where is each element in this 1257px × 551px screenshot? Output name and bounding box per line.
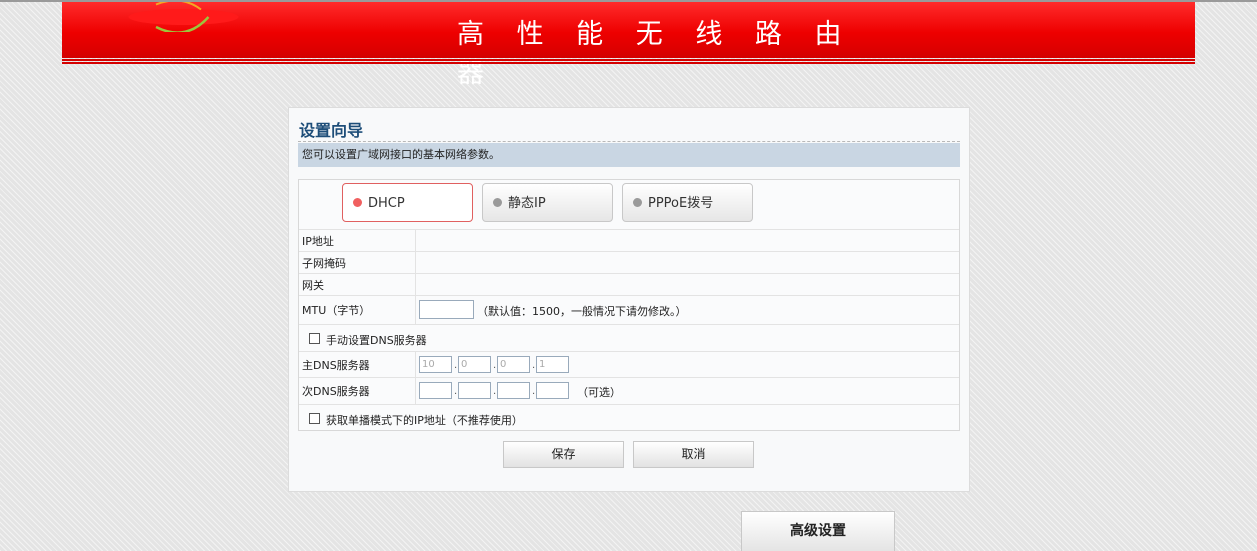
secondary-dns-ip: . . . — [419, 382, 579, 400]
primary-dns-octet-4[interactable] — [536, 356, 569, 373]
mtu-hint: （默认值：1500，一般情况下请勿修改。） — [477, 305, 687, 318]
header-banner: 高 性 能 无 线 路 由 器 — [62, 2, 1195, 89]
secondary-dns-octet-2[interactable] — [458, 382, 491, 399]
tab-dhcp[interactable]: DHCP — [342, 183, 473, 222]
mtu-row: MTU（字节） （默认值：1500，一般情况下请勿修改。） — [299, 295, 959, 324]
gateway-row: 网关 — [299, 273, 959, 295]
unicast-checkbox[interactable] — [309, 413, 320, 424]
wan-settings-form: DHCP 静态IP PPPoE拨号 IP地址 子网掩码 网关 MTU（字节） （… — [298, 179, 960, 431]
secondary-dns-row: 次DNS服务器 . . . （可选） — [299, 377, 959, 404]
tab-label: 静态IP — [508, 196, 546, 211]
optional-hint: （可选） — [577, 386, 621, 399]
brand-logo — [128, 2, 239, 32]
banner-title: 高 性 能 无 线 路 由 器 — [457, 19, 854, 89]
cancel-button[interactable]: 取消 — [633, 441, 754, 468]
secondary-dns-octet-4[interactable] — [536, 382, 569, 399]
banner-divider — [62, 59, 1195, 61]
tab-static-ip[interactable]: 静态IP — [482, 183, 613, 222]
tab-label: DHCP — [368, 196, 405, 211]
radio-dot-icon — [633, 198, 642, 207]
manual-dns-checkbox[interactable] — [309, 333, 320, 344]
ip-address-row: IP地址 — [299, 229, 959, 251]
primary-dns-octet-2[interactable] — [458, 356, 491, 373]
secondary-dns-octet-3[interactable] — [497, 382, 530, 399]
unicast-label: 获取单播模式下的IP地址（不推荐使用） — [326, 414, 523, 427]
secondary-dns-octet-1[interactable] — [419, 382, 452, 399]
setup-wizard-panel: 设置向导 您可以设置广域网接口的基本网络参数。 DHCP 静态IP PPPoE拨… — [288, 107, 970, 492]
primary-dns-label: 主DNS服务器 — [302, 359, 370, 372]
mtu-label: MTU（字节） — [302, 304, 371, 317]
description-bar: 您可以设置广域网接口的基本网络参数。 — [298, 143, 960, 167]
mtu-input[interactable] — [419, 300, 474, 319]
tab-label: PPPoE拨号 — [648, 196, 714, 211]
banner-divider — [62, 62, 1195, 64]
radio-dot-icon — [353, 198, 362, 207]
secondary-dns-label: 次DNS服务器 — [302, 385, 370, 398]
primary-dns-ip: . . . — [419, 356, 579, 374]
ip-address-label: IP地址 — [302, 235, 334, 248]
unicast-row: 获取单播模式下的IP地址（不推荐使用） — [299, 404, 959, 431]
primary-dns-octet-1[interactable] — [419, 356, 452, 373]
page-title: 设置向导 — [299, 121, 364, 140]
save-button[interactable]: 保存 — [503, 441, 624, 468]
manual-dns-row: 手动设置DNS服务器 — [299, 324, 959, 351]
subnet-mask-label: 子网掩码 — [302, 257, 346, 270]
subnet-mask-row: 子网掩码 — [299, 251, 959, 273]
tab-pppoe[interactable]: PPPoE拨号 — [622, 183, 753, 222]
advanced-settings-button[interactable]: 高级设置 — [741, 511, 895, 551]
primary-dns-octet-3[interactable] — [497, 356, 530, 373]
gateway-label: 网关 — [302, 279, 324, 292]
primary-dns-row: 主DNS服务器 . . . — [299, 351, 959, 377]
radio-dot-icon — [493, 198, 502, 207]
title-divider — [298, 141, 960, 142]
manual-dns-label: 手动设置DNS服务器 — [326, 334, 427, 347]
